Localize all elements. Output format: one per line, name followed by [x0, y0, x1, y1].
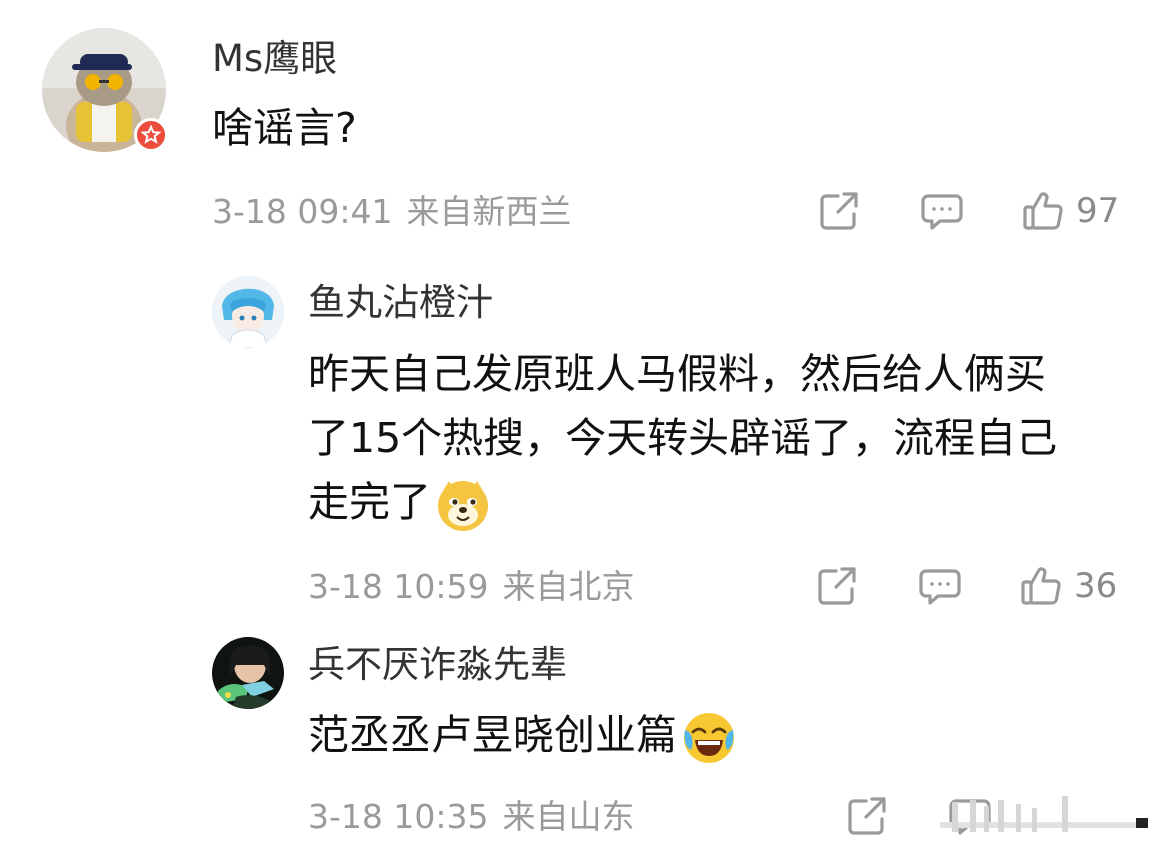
timestamp: 3-18 10:35	[308, 797, 489, 836]
like-count: 36	[1074, 566, 1118, 606]
comment-icon	[921, 194, 963, 230]
comment-line: 了15个热搜，今天转头辟谣了，流程自己	[308, 414, 1058, 462]
comment-button[interactable]	[918, 567, 962, 607]
like-count: 97	[1076, 191, 1120, 231]
comment-meta: 3-18 10:35 来自山东	[308, 800, 635, 833]
doge-emoji	[435, 477, 491, 533]
username[interactable]: Ms鹰眼	[212, 40, 337, 77]
thumbs-up-icon	[1023, 192, 1063, 230]
comment-line-last: 走完了	[308, 470, 1057, 534]
like-button[interactable]: 36	[1020, 565, 1117, 607]
share-icon	[818, 567, 856, 605]
comment-line: 啥谣言?	[212, 104, 357, 152]
username[interactable]: 鱼丸沾橙汁	[308, 284, 493, 321]
location: 来自北京	[502, 567, 635, 606]
share-icon	[820, 192, 858, 230]
share-button[interactable]	[816, 565, 860, 607]
verified-badge-icon	[134, 118, 168, 152]
comment-text: 范丞丞卢昱晓创业篇	[308, 703, 737, 767]
comment-meta: 3-18 10:59 来自北京	[308, 570, 635, 603]
comment-icon	[919, 569, 961, 605]
location: 来自新西兰	[406, 192, 572, 231]
avatar[interactable]	[212, 276, 284, 348]
comment-text: 昨天自己发原班人马假料，然后给人俩买 了15个热搜，今天转头辟谣了，流程自己 走…	[308, 342, 1057, 534]
like-button[interactable]: 97	[1022, 190, 1119, 232]
comment-line: 范丞丞卢昱晓创业篇	[308, 711, 677, 759]
comment-meta: 3-18 09:41 来自新西兰	[212, 195, 572, 228]
timestamp: 3-18 09:41	[212, 192, 393, 231]
username[interactable]: 兵不厌诈淼先辈	[308, 646, 567, 683]
timestamp: 3-18 10:59	[308, 567, 489, 606]
location: 来自山东	[502, 797, 635, 836]
share-icon	[848, 797, 886, 835]
thumbs-up-icon	[1021, 567, 1061, 605]
comment-line: 昨天自己发原班人马假料，然后给人俩买	[308, 350, 1046, 398]
watermark-overlay	[940, 796, 1150, 836]
share-button[interactable]	[818, 190, 862, 232]
share-button[interactable]	[846, 795, 890, 837]
laugh-cry-emoji	[681, 710, 737, 766]
avatar[interactable]	[212, 637, 284, 709]
comment-button[interactable]	[920, 192, 964, 232]
comment-line: 走完了	[308, 478, 431, 526]
comment-text: 啥谣言?	[212, 96, 357, 160]
